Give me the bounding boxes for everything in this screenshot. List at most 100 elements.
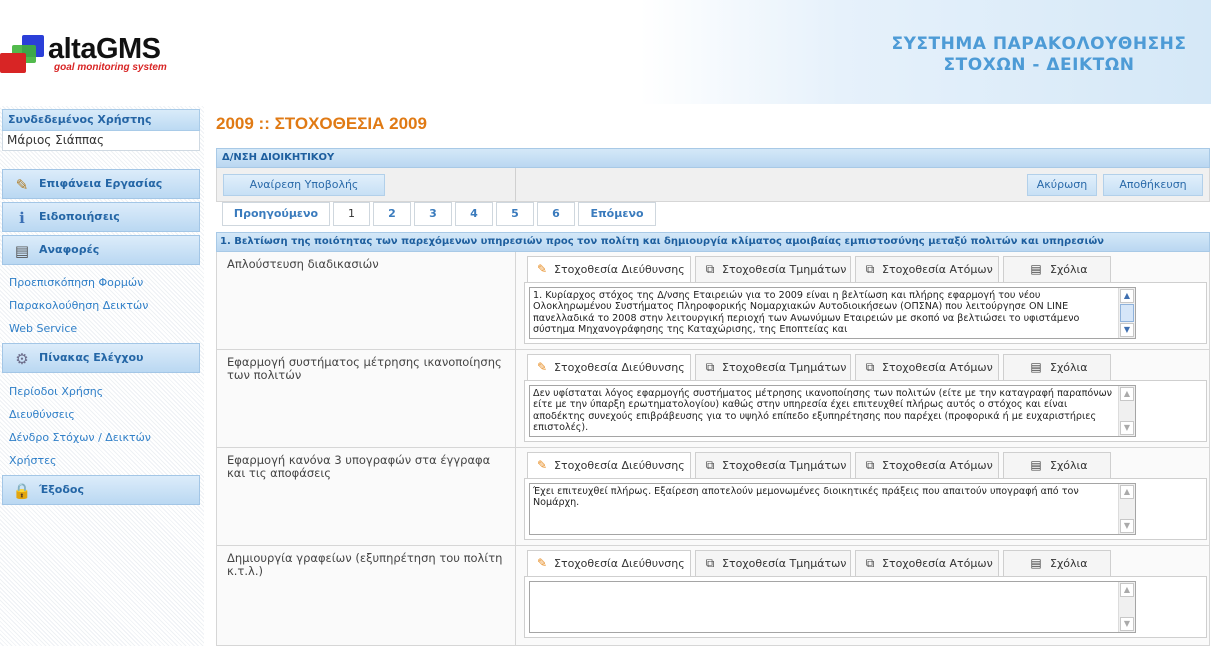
reports-icon: ▤ xyxy=(14,242,30,260)
tab-comments[interactable]: ▤ Σχόλια xyxy=(1003,256,1111,282)
directorate-target-textarea[interactable]: ▲ ▼ xyxy=(529,581,1136,633)
remove-submission-button[interactable]: Αναίρεση Υποβολής xyxy=(223,174,385,196)
menu-exit-label: Έξοδος xyxy=(39,483,84,496)
logo-tagline: goal monitoring system xyxy=(54,62,167,73)
textarea-text: Δεν υφίσταται λόγος εφαρμογής συστήματος… xyxy=(533,388,1112,433)
tab-label: Στοχοθεσία Τμημάτων xyxy=(722,459,847,472)
link-goal-tree[interactable]: Δένδρο Στόχων / Δεικτών xyxy=(9,431,151,444)
tab-label: Στοχοθεσία Τμημάτων xyxy=(722,263,847,276)
tab-label: Στοχοθεσία Ατόμων xyxy=(882,361,993,374)
menu-notifications-label: Ειδοποιήσεις xyxy=(39,210,120,223)
save-button[interactable]: Αποθήκευση xyxy=(1103,174,1203,196)
pager-page-5[interactable]: 5 xyxy=(496,202,534,226)
lock-icon: 🔒 xyxy=(12,482,32,500)
altagms-logo[interactable]: altaGMS goal monitoring system xyxy=(0,33,200,77)
pager-next-button[interactable]: Επόμενο xyxy=(578,202,656,226)
textarea-scrollbar[interactable]: ▲ ▼ xyxy=(1118,484,1135,534)
department-icon: ⧉ xyxy=(705,556,715,570)
scroll-up-icon[interactable]: ▲ xyxy=(1120,289,1134,303)
indicator-row: Δημιουργία γραφείων (εξυπηρέτηση του πολ… xyxy=(216,546,1210,646)
tab-department-targets[interactable]: ⧉ Στοχοθεσία Τμημάτων xyxy=(695,256,851,282)
tab-panel: 1. Κυρίαρχος στόχος της Δ/νσης Εταιρειών… xyxy=(524,282,1207,344)
system-title-line2: ΣΤΟΧΩΝ - ΔΕΙΚΤΩΝ xyxy=(943,55,1135,75)
tab-panel: ▲ ▼ xyxy=(524,576,1207,638)
indicator-label: Εφαρμογή κανόνα 3 υπογραφών στα έγγραφα … xyxy=(227,453,491,480)
page-title: 2009 :: ΣΤΟΧΟΘΕΣΙΑ 2009 xyxy=(216,114,427,133)
comments-icon: ▤ xyxy=(1030,556,1042,570)
pager-page-6[interactable]: 6 xyxy=(537,202,575,226)
tab-department-targets[interactable]: ⧉ Στοχοθεσία Τμημάτων xyxy=(695,354,851,380)
menu-reports-button[interactable]: ▤ Αναφορές xyxy=(2,235,200,265)
tab-directorate-targets[interactable]: ✎ Στοχοθεσία Διεύθυνσης xyxy=(527,354,691,380)
pager-previous-button[interactable]: Προηγούμενο xyxy=(222,202,330,226)
tab-label: Στοχοθεσία Ατόμων xyxy=(882,459,993,472)
tab-label: Σχόλια xyxy=(1050,263,1088,276)
tab-individual-targets[interactable]: ⧉ Στοχοθεσία Ατόμων xyxy=(855,452,999,478)
link-users[interactable]: Χρήστες xyxy=(9,454,57,467)
pager-page-4[interactable]: 4 xyxy=(455,202,493,226)
row-separator xyxy=(515,448,516,545)
menu-exit-button[interactable]: 🔒 Έξοδος xyxy=(2,475,200,505)
menu-control-panel-label: Πίνακας Ελέγχου xyxy=(39,351,144,364)
scroll-up-icon[interactable]: ▲ xyxy=(1120,485,1134,499)
tab-panel: Δεν υφίσταται λόγος εφαρμογής συστήματος… xyxy=(524,380,1207,442)
goal-title-bar: 1. Βελτίωση της ποιότητας των παρεχόμενω… xyxy=(216,232,1210,252)
pager: Προηγούμενο 1 2 3 4 5 6 Επόμενο xyxy=(216,202,1210,232)
directorate-target-textarea[interactable]: 1. Κυρίαρχος στόχος της Δ/νσης Εταιρειών… xyxy=(529,287,1136,339)
textarea-text: Έχει επιτευχθεί πλήρως. Εξαίρεση αποτελο… xyxy=(533,486,1079,509)
sidebar: Συνδεδεμένος Χρήστης Μάριος Σιάππας ✎ Επ… xyxy=(0,106,204,646)
individuals-icon: ⧉ xyxy=(865,556,875,570)
textarea-scrollbar[interactable]: ▲ ▼ xyxy=(1118,288,1135,338)
directorate-target-textarea[interactable]: Δεν υφίσταται λόγος εφαρμογής συστήματος… xyxy=(529,385,1136,437)
menu-desktop-button[interactable]: ✎ Επιφάνεια Εργασίας xyxy=(2,169,200,199)
scroll-down-icon[interactable]: ▼ xyxy=(1120,617,1134,631)
comments-icon: ▤ xyxy=(1030,360,1042,374)
tab-directorate-targets[interactable]: ✎ Στοχοθεσία Διεύθυνσης xyxy=(527,452,691,478)
textarea-scrollbar[interactable]: ▲ ▼ xyxy=(1118,386,1135,436)
link-directorates[interactable]: Διευθύνσεις xyxy=(9,408,75,421)
directorate-target-textarea[interactable]: Έχει επιτευχθεί πλήρως. Εξαίρεση αποτελο… xyxy=(529,483,1136,535)
link-indicator-monitoring[interactable]: Παρακολούθηση Δεικτών xyxy=(9,299,148,312)
link-web-service[interactable]: Web Service xyxy=(9,322,77,335)
scroll-down-icon[interactable]: ▼ xyxy=(1120,323,1134,337)
pager-page-2[interactable]: 2 xyxy=(373,202,411,226)
pager-page-3[interactable]: 3 xyxy=(414,202,452,226)
tab-individual-targets[interactable]: ⧉ Στοχοθεσία Ατόμων xyxy=(855,550,999,576)
cancel-button[interactable]: Ακύρωση xyxy=(1027,174,1097,196)
scroll-down-icon[interactable]: ▼ xyxy=(1120,421,1134,435)
user-name: Μάριος Σιάππας xyxy=(2,131,200,151)
scroll-down-icon[interactable]: ▼ xyxy=(1120,519,1134,533)
tab-label: Σχόλια xyxy=(1050,361,1088,374)
link-usage-periods[interactable]: Περίοδοι Χρήσης xyxy=(9,385,103,398)
department-icon: ⧉ xyxy=(705,262,715,276)
link-form-preview[interactable]: Προεπισκόπηση Φορμών xyxy=(9,276,143,289)
scroll-up-icon[interactable]: ▲ xyxy=(1120,387,1134,401)
individuals-icon: ⧉ xyxy=(865,360,875,374)
textarea-scrollbar[interactable]: ▲ ▼ xyxy=(1118,582,1135,632)
tab-label: Στοχοθεσία Ατόμων xyxy=(882,557,993,570)
pager-page-1[interactable]: 1 xyxy=(333,202,370,226)
scroll-thumb[interactable] xyxy=(1120,304,1134,322)
tab-comments[interactable]: ▤ Σχόλια xyxy=(1003,452,1111,478)
tab-label: Στοχοθεσία Τμημάτων xyxy=(722,361,847,374)
menu-control-panel-button[interactable]: ⚙ Πίνακας Ελέγχου xyxy=(2,343,200,373)
tab-comments[interactable]: ▤ Σχόλια xyxy=(1003,550,1111,576)
tab-department-targets[interactable]: ⧉ Στοχοθεσία Τμημάτων xyxy=(695,550,851,576)
tab-individual-targets[interactable]: ⧉ Στοχοθεσία Ατόμων xyxy=(855,256,999,282)
action-toolbar: Αναίρεση Υποβολής Ακύρωση Αποθήκευση xyxy=(216,168,1210,202)
tab-department-targets[interactable]: ⧉ Στοχοθεσία Τμημάτων xyxy=(695,452,851,478)
scroll-up-icon[interactable]: ▲ xyxy=(1120,583,1134,597)
tab-directorate-targets[interactable]: ✎ Στοχοθεσία Διεύθυνσης xyxy=(527,256,691,282)
pencil-icon: ✎ xyxy=(536,556,548,570)
tab-panel: Έχει επιτευχθεί πλήρως. Εξαίρεση αποτελο… xyxy=(524,478,1207,540)
tab-individual-targets[interactable]: ⧉ Στοχοθεσία Ατόμων xyxy=(855,354,999,380)
menu-notifications-button[interactable]: ℹ Ειδοποιήσεις xyxy=(2,202,200,232)
row-separator xyxy=(515,252,516,349)
tab-comments[interactable]: ▤ Σχόλια xyxy=(1003,354,1111,380)
tab-label: Σχόλια xyxy=(1050,557,1088,570)
indicator-label: Απλούστευση διαδικασιών xyxy=(227,257,379,271)
tab-label: Στοχοθεσία Διεύθυνσης xyxy=(554,361,685,374)
row-separator xyxy=(515,546,516,645)
individuals-icon: ⧉ xyxy=(865,262,875,276)
tab-directorate-targets[interactable]: ✎ Στοχοθεσία Διεύθυνσης xyxy=(527,550,691,576)
